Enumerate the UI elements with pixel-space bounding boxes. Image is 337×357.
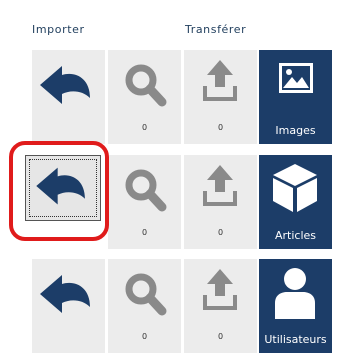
- import-users-button[interactable]: [32, 259, 105, 353]
- search-count: 0: [141, 123, 148, 132]
- images-row: 0 0 Images: [0, 50, 337, 148]
- import-header: Importer: [32, 23, 85, 36]
- upload-users-button[interactable]: 0: [184, 259, 257, 353]
- search-icon: [125, 169, 167, 212]
- cube-icon: [273, 164, 317, 212]
- search-users-button[interactable]: 0: [108, 259, 181, 353]
- upload-icon: [203, 269, 237, 310]
- upload-images-button[interactable]: 0: [184, 50, 257, 144]
- search-count: 0: [141, 228, 148, 237]
- search-count: 0: [141, 332, 148, 341]
- user-icon: [275, 268, 315, 319]
- search-icon: [125, 273, 167, 316]
- articles-tile[interactable]: Articles: [259, 155, 332, 249]
- search-images-button[interactable]: 0: [108, 50, 181, 144]
- users-tile[interactable]: Utilisateurs: [259, 259, 332, 353]
- transfer-header: Transférer: [185, 23, 247, 36]
- entity-label: Articles: [274, 229, 317, 242]
- upload-icon: [203, 60, 237, 101]
- entity-label: Utilisateurs: [264, 333, 327, 346]
- upload-count: 0: [217, 332, 224, 341]
- upload-count: 0: [217, 123, 224, 132]
- images-tile[interactable]: Images: [259, 50, 332, 144]
- search-icon: [125, 64, 167, 107]
- import-images-button[interactable]: [32, 50, 105, 144]
- upload-count: 0: [217, 228, 224, 237]
- undo-arrow-icon: [40, 66, 90, 104]
- upload-icon: [203, 165, 237, 206]
- users-row: 0 0 Utilisateurs: [0, 259, 337, 357]
- image-icon: [279, 63, 313, 93]
- entity-label: Images: [275, 124, 316, 137]
- undo-arrow-icon: [40, 275, 90, 313]
- import-articles-button[interactable]: [25, 155, 101, 221]
- upload-articles-button[interactable]: 0: [184, 155, 257, 249]
- search-articles-button[interactable]: 0: [108, 155, 181, 249]
- undo-arrow-icon: [36, 167, 85, 205]
